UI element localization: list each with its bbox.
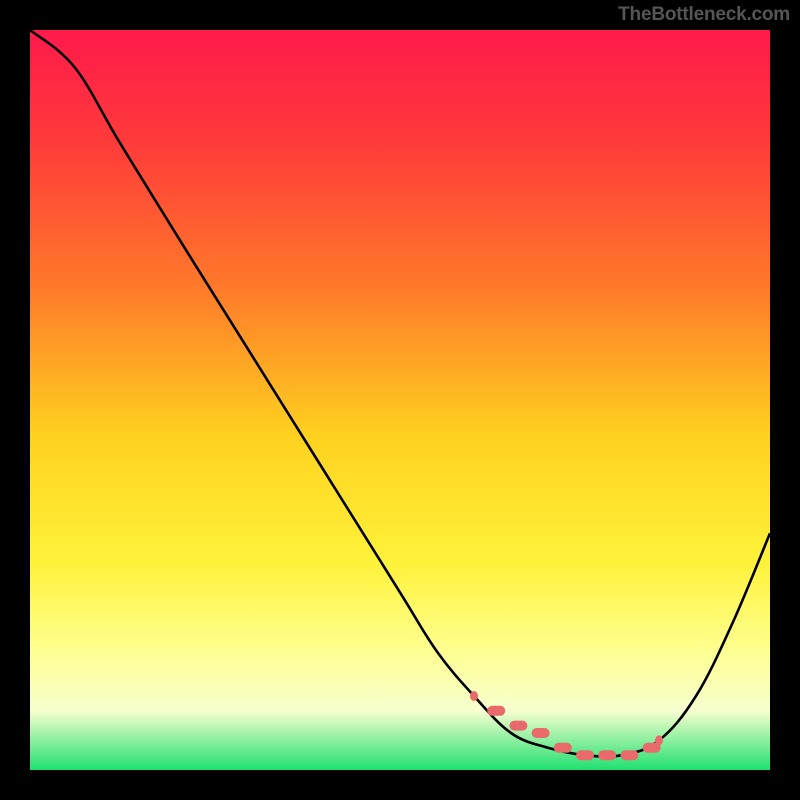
marker-segment — [532, 728, 550, 738]
bottleneck-chart — [30, 30, 770, 770]
marker-segment — [487, 706, 505, 716]
marker-segment — [576, 750, 594, 760]
watermark-text: TheBottleneck.com — [618, 4, 790, 26]
marker-segment — [655, 735, 663, 745]
chart-frame — [30, 30, 770, 770]
marker-segment — [470, 691, 478, 701]
marker-segment — [554, 743, 572, 753]
marker-segment — [598, 750, 616, 760]
gradient-background — [30, 30, 770, 770]
marker-segment — [620, 750, 638, 760]
marker-segment — [509, 721, 527, 731]
